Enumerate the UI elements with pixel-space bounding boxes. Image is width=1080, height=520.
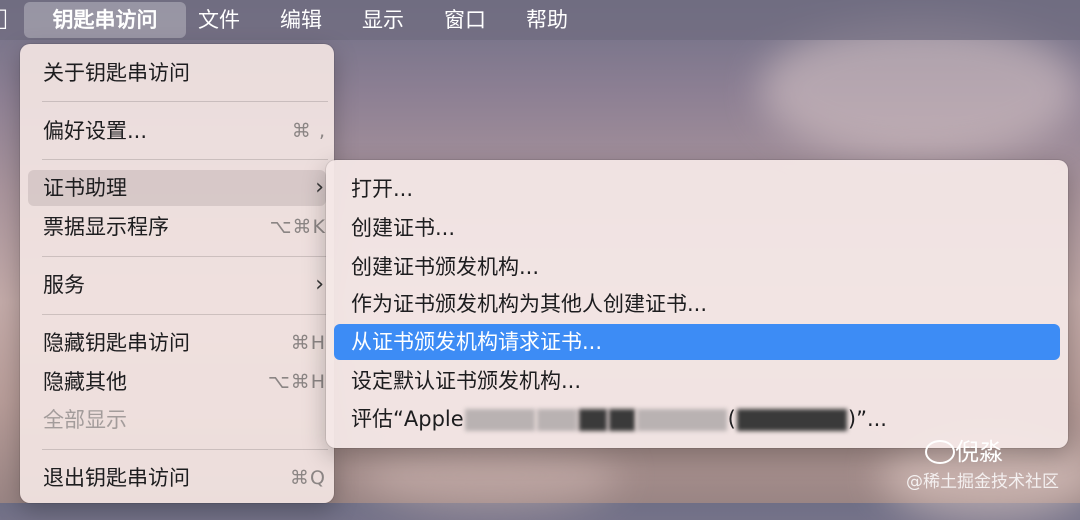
keychain-access-menu: 关于钥匙串访问 偏好设置... ⌘ , 证书助理 › 票据显示程序 ⌥⌘K 服务… xyxy=(20,44,334,503)
watermark-site: @稀土掘金技术社区 xyxy=(906,472,1059,492)
evaluate-suffix: )”... xyxy=(847,407,887,431)
submenu-item-label: 打开... xyxy=(351,177,414,201)
menu-separator xyxy=(42,101,328,102)
submenu-item-set-default-ca[interactable]: 设定默认证书颁发机构... xyxy=(334,363,1060,399)
menu-item-certificate-assistant[interactable]: 证书助理 › xyxy=(28,170,326,206)
submenu-item-create-ca[interactable]: 创建证书颁发机构... xyxy=(334,249,1060,285)
submenu-item-label: 从证书颁发机构请求证书... xyxy=(351,330,603,354)
shortcut-label: ⌘Q xyxy=(290,467,326,489)
chevron-right-icon: › xyxy=(315,272,324,297)
menubar-item-help[interactable]: 帮助 xyxy=(526,2,568,38)
background-cloud xyxy=(360,440,620,510)
shortcut-label: ⌥⌘H xyxy=(267,371,326,393)
menubar-item-keychain-access[interactable]: 钥匙串访问 xyxy=(24,2,186,38)
certificate-assistant-submenu: 打开... 创建证书... 创建证书颁发机构... 作为证书颁发机构为其他人创建… xyxy=(326,160,1068,448)
menu-item-label: 票据显示程序 xyxy=(43,215,169,239)
menu-item-label: 退出钥匙串访问 xyxy=(43,466,190,490)
menu-item-hide-app[interactable]: 隐藏钥匙串访问 ⌘H xyxy=(28,325,326,361)
background-cloud xyxy=(760,20,1080,160)
redacted-text xyxy=(636,409,727,431)
shortcut-label: ⌘H xyxy=(290,332,326,354)
menu-item-label: 关于钥匙串访问 xyxy=(43,61,190,85)
menu-item-show-all: 全部显示 xyxy=(28,402,326,438)
submenu-item-label: 评估“Apple ( )”... xyxy=(351,401,887,437)
redacted-text xyxy=(536,409,577,431)
watermark-author: 倪淼 xyxy=(955,438,1003,466)
submenu-item-request-certificate[interactable]: 从证书颁发机构请求证书... xyxy=(334,324,1060,360)
menu-item-label: 隐藏钥匙串访问 xyxy=(43,331,190,355)
menu-item-label: 服务 xyxy=(43,273,85,297)
shortcut-label: ⌘ , xyxy=(291,120,326,142)
apple-logo-icon[interactable]:  xyxy=(0,6,12,32)
menu-item-services[interactable]: 服务 › xyxy=(28,267,326,303)
menu-item-ticket-viewer[interactable]: 票据显示程序 ⌥⌘K xyxy=(28,209,326,245)
evaluate-mid: ( xyxy=(727,407,736,431)
menu-bar:  钥匙串访问 文件 编辑 显示 窗口 帮助 xyxy=(0,0,1080,40)
menu-item-quit[interactable]: 退出钥匙串访问 ⌘Q xyxy=(28,460,326,496)
menu-item-label: 隐藏其他 xyxy=(43,370,127,394)
submenu-item-label: 创建证书... xyxy=(351,216,456,240)
submenu-item-create-cert-for-others[interactable]: 作为证书颁发机构为其他人创建证书... xyxy=(334,286,1060,322)
menu-item-label: 全部显示 xyxy=(43,408,127,432)
menu-separator xyxy=(42,159,328,160)
menu-item-label: 偏好设置... xyxy=(43,119,148,143)
menu-separator xyxy=(42,256,328,257)
menu-item-preferences[interactable]: 偏好设置... ⌘ , xyxy=(28,113,326,149)
submenu-item-evaluate[interactable]: 评估“Apple ( )”... xyxy=(334,401,1060,437)
wechat-icon xyxy=(925,440,955,464)
redacted-text xyxy=(608,409,635,431)
menu-separator xyxy=(42,314,328,315)
shortcut-label: ⌥⌘K xyxy=(269,216,326,238)
menubar-item-file[interactable]: 文件 xyxy=(198,2,240,38)
redacted-text xyxy=(464,409,535,431)
menu-item-label: 证书助理 xyxy=(43,176,127,200)
menubar-item-window[interactable]: 窗口 xyxy=(444,2,486,38)
submenu-item-label: 设定默认证书颁发机构... xyxy=(351,369,582,393)
menu-item-hide-others[interactable]: 隐藏其他 ⌥⌘H xyxy=(28,364,326,400)
chevron-right-icon: › xyxy=(315,175,324,200)
submenu-item-create-certificate[interactable]: 创建证书... xyxy=(334,210,1060,246)
submenu-item-open[interactable]: 打开... xyxy=(334,171,1060,207)
redacted-text xyxy=(736,409,847,431)
menubar-item-edit[interactable]: 编辑 xyxy=(280,2,322,38)
submenu-item-label: 创建证书颁发机构... xyxy=(351,255,540,279)
submenu-item-label: 作为证书颁发机构为其他人创建证书... xyxy=(351,292,708,316)
evaluate-prefix: 评估“Apple xyxy=(351,407,464,431)
menu-item-about[interactable]: 关于钥匙串访问 xyxy=(28,55,326,91)
menu-separator xyxy=(42,449,328,450)
menubar-item-view[interactable]: 显示 xyxy=(362,2,404,38)
redacted-text xyxy=(578,409,607,431)
